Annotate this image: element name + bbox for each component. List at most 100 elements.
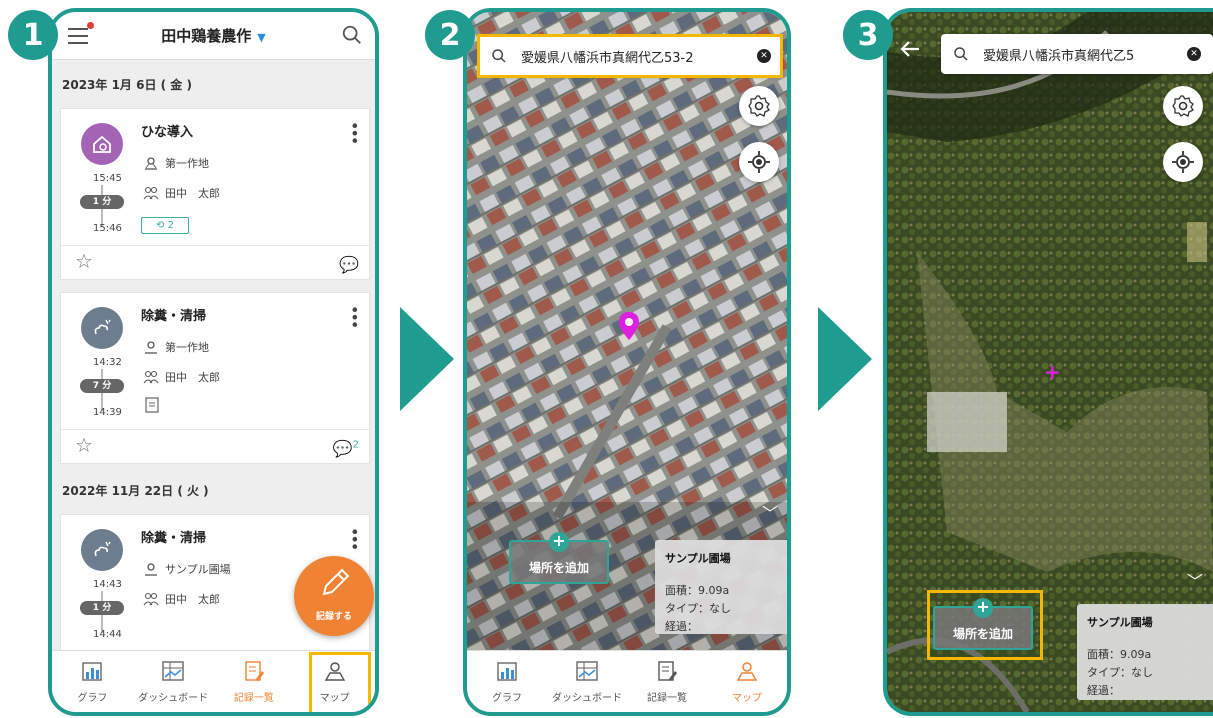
nav-dashboard[interactable]: ダッシュボード — [133, 651, 214, 712]
field-area: 面積：9.09a — [1087, 648, 1152, 661]
nav-label: グラフ — [492, 693, 522, 704]
more-options-icon[interactable]: ••• — [345, 527, 364, 549]
card-divider — [61, 429, 369, 430]
people-icon — [143, 592, 159, 606]
collapse-chevron-icon[interactable]: ﹀ — [1187, 568, 1203, 592]
duration-badge: 7 分 — [80, 379, 124, 393]
phone-map-add-place: + 愛媛県八幡浜市真網代乙5 ✕ ﹀ + 場所を追加 サンプル圃場 面積：9.0… — [883, 8, 1213, 716]
person-row: 田中 太郎 — [143, 185, 220, 201]
dashboard-icon — [576, 661, 598, 681]
highlight-add-place — [927, 590, 1043, 660]
bottom-nav: グラフ ダッシュボード 記録一覧 マップ — [467, 650, 787, 712]
more-options-icon[interactable]: ••• — [345, 305, 364, 327]
date-heading: 2023年 1月 6日 ( 金 ) — [62, 78, 192, 92]
comment-icon[interactable]: 💬2 — [333, 439, 359, 458]
nav-map[interactable]: マップ — [707, 651, 787, 712]
field-info-panel[interactable]: サンプル圃場 面積：9.09a タイプ：なし 経過： — [655, 540, 787, 634]
phone-record-list: 田中鶏養農作 ▼ 2023年 1月 6日 ( 金 ) ひな導入 ••• 第一作地 … — [48, 8, 379, 716]
farm-name: 田中鶏養農作 — [161, 27, 252, 45]
add-place-button[interactable]: + 場所を追加 — [509, 532, 609, 584]
nav-record-list[interactable]: 記録一覧 — [214, 651, 295, 712]
tutorial-figure: 1 2 3 田中鶏養農作 ▼ 2023年 1月 6日 ( 金 ) ひな導入 ••• — [0, 0, 1213, 718]
document-icon — [145, 397, 159, 413]
nav-label: 記録一覧 — [233, 693, 274, 704]
person-name: 田中 太郎 — [165, 187, 220, 200]
settings-button[interactable] — [1163, 86, 1203, 126]
more-options-icon[interactable]: ••• — [345, 121, 364, 143]
gear-icon — [748, 95, 770, 117]
record-card[interactable]: 除糞・清掃 ••• 第一作地 田中 太郎 14:32 7 分 14:39 ☆ 💬… — [60, 292, 370, 464]
star-icon[interactable]: ☆ — [75, 249, 93, 273]
field-name: サンプル圃場 — [1087, 616, 1153, 629]
record-fab-button[interactable]: 記録する — [294, 556, 374, 636]
end-time: 14:44 — [93, 629, 122, 640]
nav-dashboard[interactable]: ダッシュボード — [547, 651, 627, 712]
field-type: タイプ：なし — [665, 602, 731, 615]
step-badge-3: 3 — [843, 10, 893, 60]
duration-badge: 1 分 — [80, 195, 124, 209]
person-row: 田中 太郎 — [143, 591, 220, 607]
end-time: 14:39 — [93, 407, 122, 418]
step-badge-1: 1 — [8, 10, 58, 60]
list-edit-icon — [245, 661, 264, 681]
nav-record-list[interactable]: 記録一覧 — [627, 651, 707, 712]
field-name: サンプル圃場 — [665, 552, 731, 565]
next-arrow — [818, 307, 872, 411]
place-name: サンプル圃場 — [165, 563, 231, 576]
place-row: 第一作地 — [143, 339, 209, 355]
nav-label: ダッシュボード — [552, 693, 622, 704]
farm-selector[interactable]: 田中鶏養農作 ▼ — [52, 25, 375, 46]
place-row: サンプル圃場 — [143, 561, 231, 577]
nav-graph[interactable]: グラフ — [467, 651, 547, 712]
count-chip: ⟲ 2 — [141, 217, 189, 234]
cleaning-icon — [81, 307, 123, 349]
person-name: 田中 太郎 — [165, 371, 220, 384]
app-header: 田中鶏養農作 ▼ — [52, 12, 375, 60]
chick-count: 2 — [167, 220, 174, 231]
back-arrow-icon[interactable] — [899, 38, 921, 60]
duration-badge: 1 分 — [80, 601, 124, 615]
field-history: 経過： — [665, 620, 698, 633]
crosshair-icon — [748, 151, 770, 173]
place-name: 第一作地 — [165, 157, 209, 170]
highlight-map-tab — [309, 652, 371, 712]
fab-label: 記録する — [315, 612, 352, 622]
current-location-button[interactable] — [1163, 142, 1203, 182]
field-area: 面積：9.09a — [665, 584, 730, 597]
field-type: タイプ：なし — [1087, 666, 1153, 679]
caret-down-icon: ▼ — [257, 31, 266, 44]
address-search-bar[interactable]: 愛媛県八幡浜市真網代乙5 ✕ — [941, 34, 1213, 74]
add-place-label: 場所を追加 — [528, 561, 589, 575]
place-icon — [145, 157, 157, 170]
comment-count: 2 — [352, 439, 359, 451]
nav-graph[interactable]: グラフ — [52, 651, 133, 712]
search-value: 愛媛県八幡浜市真網代乙5 — [983, 48, 1135, 64]
people-icon — [143, 186, 159, 200]
nav-label: ダッシュボード — [138, 693, 209, 704]
cleaning-icon — [81, 529, 123, 571]
nav-label: 記録一覧 — [647, 693, 687, 704]
collapse-chevron-icon[interactable]: ﹀ — [762, 500, 778, 524]
gear-icon — [1172, 95, 1194, 117]
field-info-panel[interactable]: サンプル圃場 面積：9.09a タイプ：なし 経過： — [1077, 604, 1213, 700]
star-icon[interactable]: ☆ — [75, 433, 93, 457]
person-name: 田中 太郎 — [165, 593, 220, 606]
people-icon — [143, 370, 159, 384]
start-time: 14:32 — [93, 357, 122, 368]
clear-icon[interactable]: ✕ — [1187, 47, 1201, 61]
card-divider — [61, 245, 369, 246]
crosshair-marker: + — [1044, 360, 1061, 384]
pencil-icon — [322, 568, 350, 596]
comment-icon[interactable]: 💬 — [339, 255, 359, 274]
current-location-button[interactable] — [739, 142, 779, 182]
search-icon[interactable] — [341, 24, 363, 46]
next-arrow — [400, 307, 454, 411]
plus-icon: + — [549, 532, 569, 552]
map-pin-icon — [736, 662, 758, 681]
crosshair-icon — [1172, 151, 1194, 173]
settings-button[interactable] — [739, 86, 779, 126]
date-heading: 2022年 11月 22日 ( 火 ) — [62, 484, 209, 498]
record-card[interactable]: ひな導入 ••• 第一作地 田中 太郎 15:45 1 分 15:46 ⟲ 2 … — [60, 108, 370, 280]
phone-map-search: 愛媛県八幡浜市真網代乙53-2 ✕ ﹀ + 場所を追加 サンプル圃場 面積：9.… — [463, 8, 791, 716]
chick-intake-icon — [81, 123, 123, 165]
